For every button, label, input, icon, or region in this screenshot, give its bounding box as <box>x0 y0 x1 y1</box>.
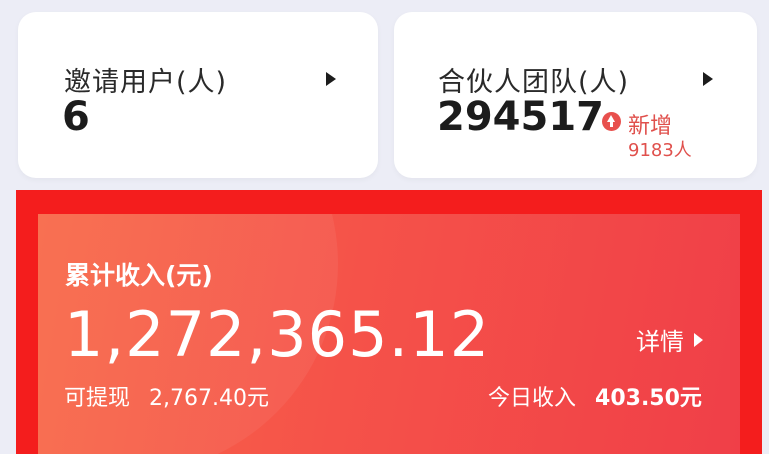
arrow-up-circle-icon <box>602 112 621 131</box>
partner-team-card[interactable]: 合伙人团队(人) 294517 新增 9183人 <box>394 12 757 178</box>
triangle-right-icon <box>703 72 713 86</box>
detail-label: 详情 <box>636 328 684 356</box>
triangle-right-icon <box>694 332 703 347</box>
triangle-right-icon <box>326 72 336 86</box>
withdrawable-value: 2,767.40元 <box>149 386 269 411</box>
withdrawable-label: 可提现 <box>64 386 131 411</box>
new-members-count: 9183人 <box>628 140 692 161</box>
today-income-label: 今日收入 <box>488 386 577 411</box>
income-total: 1,272,365.12 <box>64 298 491 371</box>
cumulative-income-card: 累计收入(元) 1,272,365.12 详情 可提现 2,767.40元 今日… <box>38 214 740 454</box>
today-income-row: 今日收入 403.50元 <box>488 380 702 412</box>
income-title: 累计收入(元) <box>65 261 213 290</box>
withdrawable-row: 可提现 2,767.40元 <box>64 380 269 412</box>
detail-link[interactable]: 详情 <box>636 322 703 357</box>
invited-users-value: 6 <box>62 94 90 140</box>
invited-users-card[interactable]: 邀请用户(人) 6 <box>18 12 378 178</box>
today-income-value: 403.50元 <box>595 386 702 411</box>
partner-team-value: 294517 <box>437 94 604 140</box>
